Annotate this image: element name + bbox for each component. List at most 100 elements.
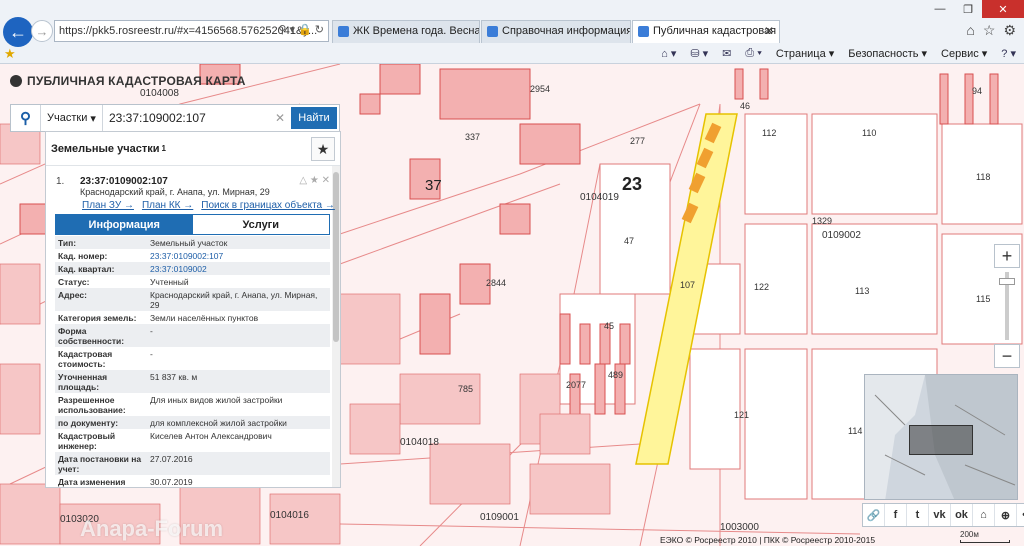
zoom-out-button[interactable]: − bbox=[994, 344, 1020, 368]
menu-tools[interactable]: Сервис ▾ bbox=[941, 47, 987, 60]
help-icon[interactable]: ? ▾ bbox=[1001, 47, 1016, 60]
address-icons: ⚲ ▾ 🔒 ↻ bbox=[278, 24, 324, 36]
parcel-links: План ЗУ → План КК → Поиск в границах объ… bbox=[82, 200, 335, 211]
tab-favicon-icon bbox=[638, 26, 649, 37]
property-value[interactable]: 23:37:0109002 bbox=[150, 264, 327, 274]
property-row: Уточненная площадь: 51 837 кв. м bbox=[55, 370, 330, 393]
tab-3-active[interactable]: Публичная кадастровая ка... ✕ bbox=[632, 20, 780, 43]
map-label: 112 bbox=[762, 128, 777, 138]
property-value: 27.07.2016 bbox=[150, 454, 193, 464]
search-icon[interactable]: ⚲ bbox=[11, 105, 41, 131]
browser-top-icons: ⌂ ☆ ⚙ bbox=[966, 22, 1016, 39]
search-button[interactable]: Найти bbox=[291, 107, 337, 129]
tab-info[interactable]: Информация bbox=[56, 215, 193, 234]
property-value: Для иных видов жилой застройки bbox=[150, 395, 283, 405]
favorite-star-button[interactable]: ★ bbox=[311, 137, 335, 161]
more-icon[interactable]: ••• bbox=[1017, 504, 1024, 526]
favorites-bar-icon[interactable]: ★ bbox=[4, 46, 16, 62]
property-row: Кад. квартал: 23:37:0109002 bbox=[55, 262, 330, 275]
property-key: Кад. квартал: bbox=[58, 264, 115, 274]
property-key: Категория земель: bbox=[58, 313, 137, 323]
print-icon[interactable]: ⎙ ▾ bbox=[745, 47, 761, 60]
minimap-viewport[interactable] bbox=[909, 425, 973, 455]
home-icon[interactable]: ⌂ bbox=[973, 504, 995, 526]
home-page-icon[interactable]: ⌂ ▾ bbox=[661, 47, 676, 60]
minimize-button[interactable]: — bbox=[926, 0, 954, 18]
property-value: Киселев Антон Александрович bbox=[150, 431, 272, 441]
home-icon[interactable]: ⌂ bbox=[966, 22, 974, 39]
address-bar[interactable]: https://pkk5.rosreestr.ru/#x=4156568.576… bbox=[54, 20, 329, 42]
cadastral-number: 23:37:0109002:107 bbox=[80, 176, 168, 187]
twitter-icon[interactable]: t bbox=[907, 504, 929, 526]
card-tools-icon[interactable]: △ ★ ✕ bbox=[299, 175, 330, 186]
property-key: Кадастровый инженер: bbox=[58, 431, 116, 451]
plan-kk-link[interactable]: План КК → bbox=[142, 200, 193, 211]
menu-page[interactable]: Страница ▾ bbox=[776, 47, 834, 60]
property-row: Кад. номер: 23:37:0109002:107 bbox=[55, 249, 330, 262]
property-row: Форма собственности: - bbox=[55, 324, 330, 347]
property-key: Статус: bbox=[58, 277, 90, 287]
ok-icon[interactable]: ok bbox=[951, 504, 973, 526]
back-button[interactable]: ← bbox=[3, 17, 33, 47]
property-row: Категория земель: Земли населённых пункто… bbox=[55, 311, 330, 324]
tab-2[interactable]: Справочная информация по ... bbox=[481, 20, 631, 43]
command-bar: ⌂ ▾ ⛁ ▾ ✉ ⎙ ▾ Страница ▾ Безопасность ▾ … bbox=[661, 44, 1024, 62]
menu-security[interactable]: Безопасность ▾ bbox=[848, 47, 927, 60]
zoom-control: + − bbox=[994, 244, 1020, 368]
link-icon[interactable]: 🔗 bbox=[863, 504, 885, 526]
map-label: 94 bbox=[972, 86, 983, 96]
property-key: Форма собственности: bbox=[58, 326, 125, 346]
map-label: 277 bbox=[630, 136, 646, 146]
property-row: Разрешенное использование: Для иных видов… bbox=[55, 393, 330, 416]
facebook-icon[interactable]: f bbox=[885, 504, 907, 526]
tab-1[interactable]: ЖК Времена года. Весна. Лет... bbox=[332, 20, 480, 43]
map-label: 114 bbox=[848, 426, 863, 436]
property-row: Кадастровая стоимость: - bbox=[55, 347, 330, 370]
map-label: 0104016 bbox=[270, 510, 309, 521]
property-row: по документу: для комплексной жилой застр… bbox=[55, 416, 330, 429]
property-key: Адрес: bbox=[58, 290, 87, 300]
clear-search-icon[interactable]: ✕ bbox=[275, 111, 291, 125]
tab-services[interactable]: Услуги bbox=[192, 215, 329, 234]
parcel-address: Краснодарский край, г. Анапа, ул. Мирная… bbox=[80, 187, 270, 197]
tab-close-icon[interactable]: ✕ bbox=[764, 24, 774, 38]
feeds-icon[interactable]: ⛁ ▾ bbox=[690, 47, 708, 60]
mail-icon[interactable]: ✉ bbox=[722, 47, 731, 60]
map-label: 0109001 bbox=[480, 512, 519, 523]
settings-gear-icon[interactable]: ⚙ bbox=[1003, 22, 1016, 39]
panel-heading: Земельные участки 1 bbox=[46, 132, 340, 166]
search-type-select[interactable]: Участки ▾ bbox=[41, 105, 103, 131]
map-label: 121 bbox=[734, 410, 750, 420]
map-label: 23 bbox=[622, 174, 643, 194]
property-row: Адрес: Краснодарский край, г. Анапа, ул. … bbox=[55, 288, 330, 311]
zoom-slider[interactable] bbox=[999, 272, 1015, 340]
locate-icon[interactable]: ⊕ bbox=[995, 504, 1017, 526]
favorites-icon[interactable]: ☆ bbox=[983, 22, 996, 39]
search-in-bounds-link[interactable]: Поиск в границах объекта → bbox=[201, 200, 335, 211]
overview-minimap[interactable] bbox=[864, 374, 1018, 500]
map-label: 118 bbox=[976, 172, 991, 182]
vk-icon[interactable]: vk bbox=[929, 504, 951, 526]
map-label: 0104008 bbox=[140, 88, 179, 99]
property-value[interactable]: 23:37:0109002:107 bbox=[150, 251, 327, 261]
property-row: Дата изменения 30.07.2019 bbox=[55, 475, 330, 487]
map-label: 107 bbox=[680, 280, 696, 290]
zoom-in-button[interactable]: + bbox=[994, 244, 1020, 268]
property-value: Учтенный bbox=[150, 277, 189, 287]
search-input[interactable] bbox=[103, 105, 275, 131]
plan-zu-link[interactable]: План ЗУ → bbox=[82, 200, 134, 211]
tab-favicon-icon bbox=[338, 26, 349, 37]
property-value: Земельный участок bbox=[150, 238, 228, 248]
property-value: 51 837 кв. м bbox=[150, 372, 198, 382]
property-row: Кадастровый инженер: Киселев Антон Алекса… bbox=[55, 429, 330, 452]
maximize-button[interactable]: ❐ bbox=[954, 0, 982, 18]
rosreestr-logo-icon bbox=[10, 75, 22, 87]
close-window-button[interactable]: ✕ bbox=[982, 0, 1024, 18]
panel-scrollbar[interactable] bbox=[332, 166, 340, 487]
map-label: 110 bbox=[862, 128, 877, 138]
forward-button[interactable]: → bbox=[31, 20, 53, 42]
window-controls: — ❐ ✕ bbox=[926, 0, 1024, 18]
property-value: 30.07.2019 bbox=[150, 477, 193, 487]
map-label: 46 bbox=[740, 101, 751, 111]
watermark-text: Anapa-Forum bbox=[80, 516, 223, 541]
